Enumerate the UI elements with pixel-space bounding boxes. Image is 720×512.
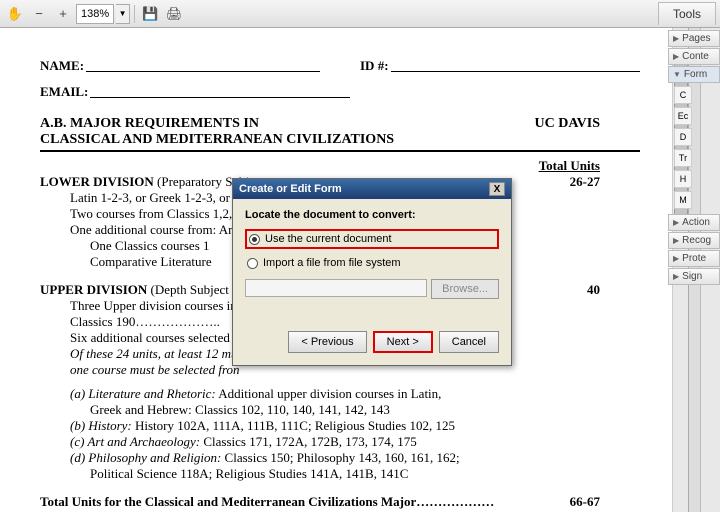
- upper-l5: one course must be selected fron: [70, 362, 240, 377]
- lower-l5: Comparative Literature: [90, 254, 212, 269]
- upper-l2: Classics 190………………..: [70, 314, 220, 329]
- email-label: EMAIL:: [40, 84, 88, 100]
- lower-l4: One Classics courses 1: [90, 238, 210, 253]
- side-tab-pages[interactable]: ▶Pages: [668, 30, 720, 47]
- major-title-line2: CLASSICAL AND MEDITERRANEAN CIVILIZATION…: [40, 132, 640, 152]
- radio-use-current-label: Use the current document: [265, 233, 392, 245]
- total-units-value: 66-67: [570, 494, 600, 510]
- zoom-out-button[interactable]: −: [28, 3, 50, 25]
- opt-d-text: Classics 150; Philosophy 143, 160, 161, …: [221, 450, 459, 465]
- major-title-line1: A.B. MAJOR REQUIREMENTS IN: [40, 116, 259, 131]
- create-edit-form-dialog: Create or Edit Form X Locate the documen…: [232, 178, 512, 366]
- lower-division-head: LOWER DIVISION: [40, 174, 154, 189]
- total-units-line: Total Units for the Classical and Medite…: [40, 494, 494, 509]
- name-field-line: [86, 58, 320, 72]
- side-icon-edit[interactable]: Ec: [674, 107, 692, 125]
- opt-b-text: History 102A, 111A, 111B, 111C; Religiou…: [132, 418, 455, 433]
- total-units-header: Total Units: [539, 158, 600, 174]
- side-tab-recognize[interactable]: ▶Recog: [668, 232, 720, 249]
- side-icon-highlight[interactable]: H: [674, 170, 692, 188]
- lower-l2: Two courses from Classics 1,2,3: [70, 206, 239, 221]
- opt-a-text: Additional upper division courses in Lat…: [216, 386, 442, 401]
- dialog-title-text: Create or Edit Form: [239, 183, 342, 195]
- radio-import-file[interactable]: Import a file from file system: [245, 255, 499, 271]
- radio-icon: [249, 234, 260, 245]
- dialog-titlebar[interactable]: Create or Edit Form X: [233, 179, 511, 199]
- save-icon[interactable]: 💾: [139, 3, 161, 25]
- opt-c-label: (c) Art and Archaeology:: [70, 434, 200, 449]
- print-icon[interactable]: 🖨: [163, 3, 185, 25]
- upper-units: 40: [587, 282, 600, 298]
- radio-import-label: Import a file from file system: [263, 257, 401, 269]
- upper-l3: Six additional courses selected f: [70, 330, 238, 345]
- opt-c-text: Classics 171, 172A, 172B, 173, 174, 175: [200, 434, 417, 449]
- upper-l4: Of these 24 units, at least 12 mu: [70, 346, 238, 361]
- cancel-button[interactable]: Cancel: [439, 331, 499, 353]
- side-icon-create[interactable]: C: [674, 86, 692, 104]
- toolbar-separator: [134, 5, 135, 23]
- lower-l1: Latin 1-2-3, or Greek 1-2-3, or: [70, 190, 230, 205]
- zoom-dropdown[interactable]: ▼: [116, 4, 130, 24]
- side-tab-content[interactable]: ▶Conte: [668, 48, 720, 65]
- side-tab-sign[interactable]: ▶Sign: [668, 268, 720, 285]
- lower-l3: One additional course from: Ar: [70, 222, 232, 237]
- zoom-value[interactable]: 138%: [76, 4, 114, 24]
- toolbar: ✋ − + 138% ▼ 💾 🖨 Tools: [0, 0, 720, 28]
- email-field-line: [90, 84, 350, 98]
- opt-d-label: (d) Philosophy and Religion:: [70, 450, 221, 465]
- side-tab-forms[interactable]: ▼Form: [668, 66, 720, 83]
- school-name: UC DAVIS: [535, 116, 600, 132]
- opt-b-label: (b) History:: [70, 418, 132, 433]
- upper-l1: Three Upper division courses in: [70, 298, 237, 313]
- hand-tool-icon[interactable]: ✋: [4, 3, 26, 25]
- side-tab-actions[interactable]: ▶Action: [668, 214, 720, 231]
- file-path-input: [245, 279, 427, 297]
- radio-icon: [247, 258, 258, 269]
- id-label: ID #:: [360, 58, 389, 74]
- dialog-close-button[interactable]: X: [489, 182, 505, 196]
- zoom-in-button[interactable]: +: [52, 3, 74, 25]
- lower-units: 26-27: [570, 174, 600, 190]
- radio-use-current[interactable]: Use the current document: [245, 229, 499, 249]
- side-tab-protect[interactable]: ▶Prote: [668, 250, 720, 267]
- tools-panel-toggle[interactable]: Tools: [658, 2, 716, 25]
- id-field-line: [391, 58, 640, 72]
- name-label: NAME:: [40, 58, 84, 74]
- opt-a-text2: Greek and Hebrew: Classics 102, 110, 140…: [90, 402, 390, 417]
- upper-division-head: UPPER DIVISION: [40, 282, 147, 297]
- side-icon-more[interactable]: M: [674, 191, 692, 209]
- opt-d-text2: Political Science 118A; Religious Studie…: [90, 466, 408, 481]
- opt-a-label: (a) Literature and Rhetoric:: [70, 386, 216, 401]
- side-icon-track[interactable]: Tr: [674, 149, 692, 167]
- browse-button: Browse...: [431, 279, 499, 299]
- side-icon-distribute[interactable]: D: [674, 128, 692, 146]
- previous-button[interactable]: < Previous: [288, 331, 366, 353]
- dialog-heading: Locate the document to convert:: [245, 209, 499, 221]
- next-button[interactable]: Next >: [373, 331, 433, 353]
